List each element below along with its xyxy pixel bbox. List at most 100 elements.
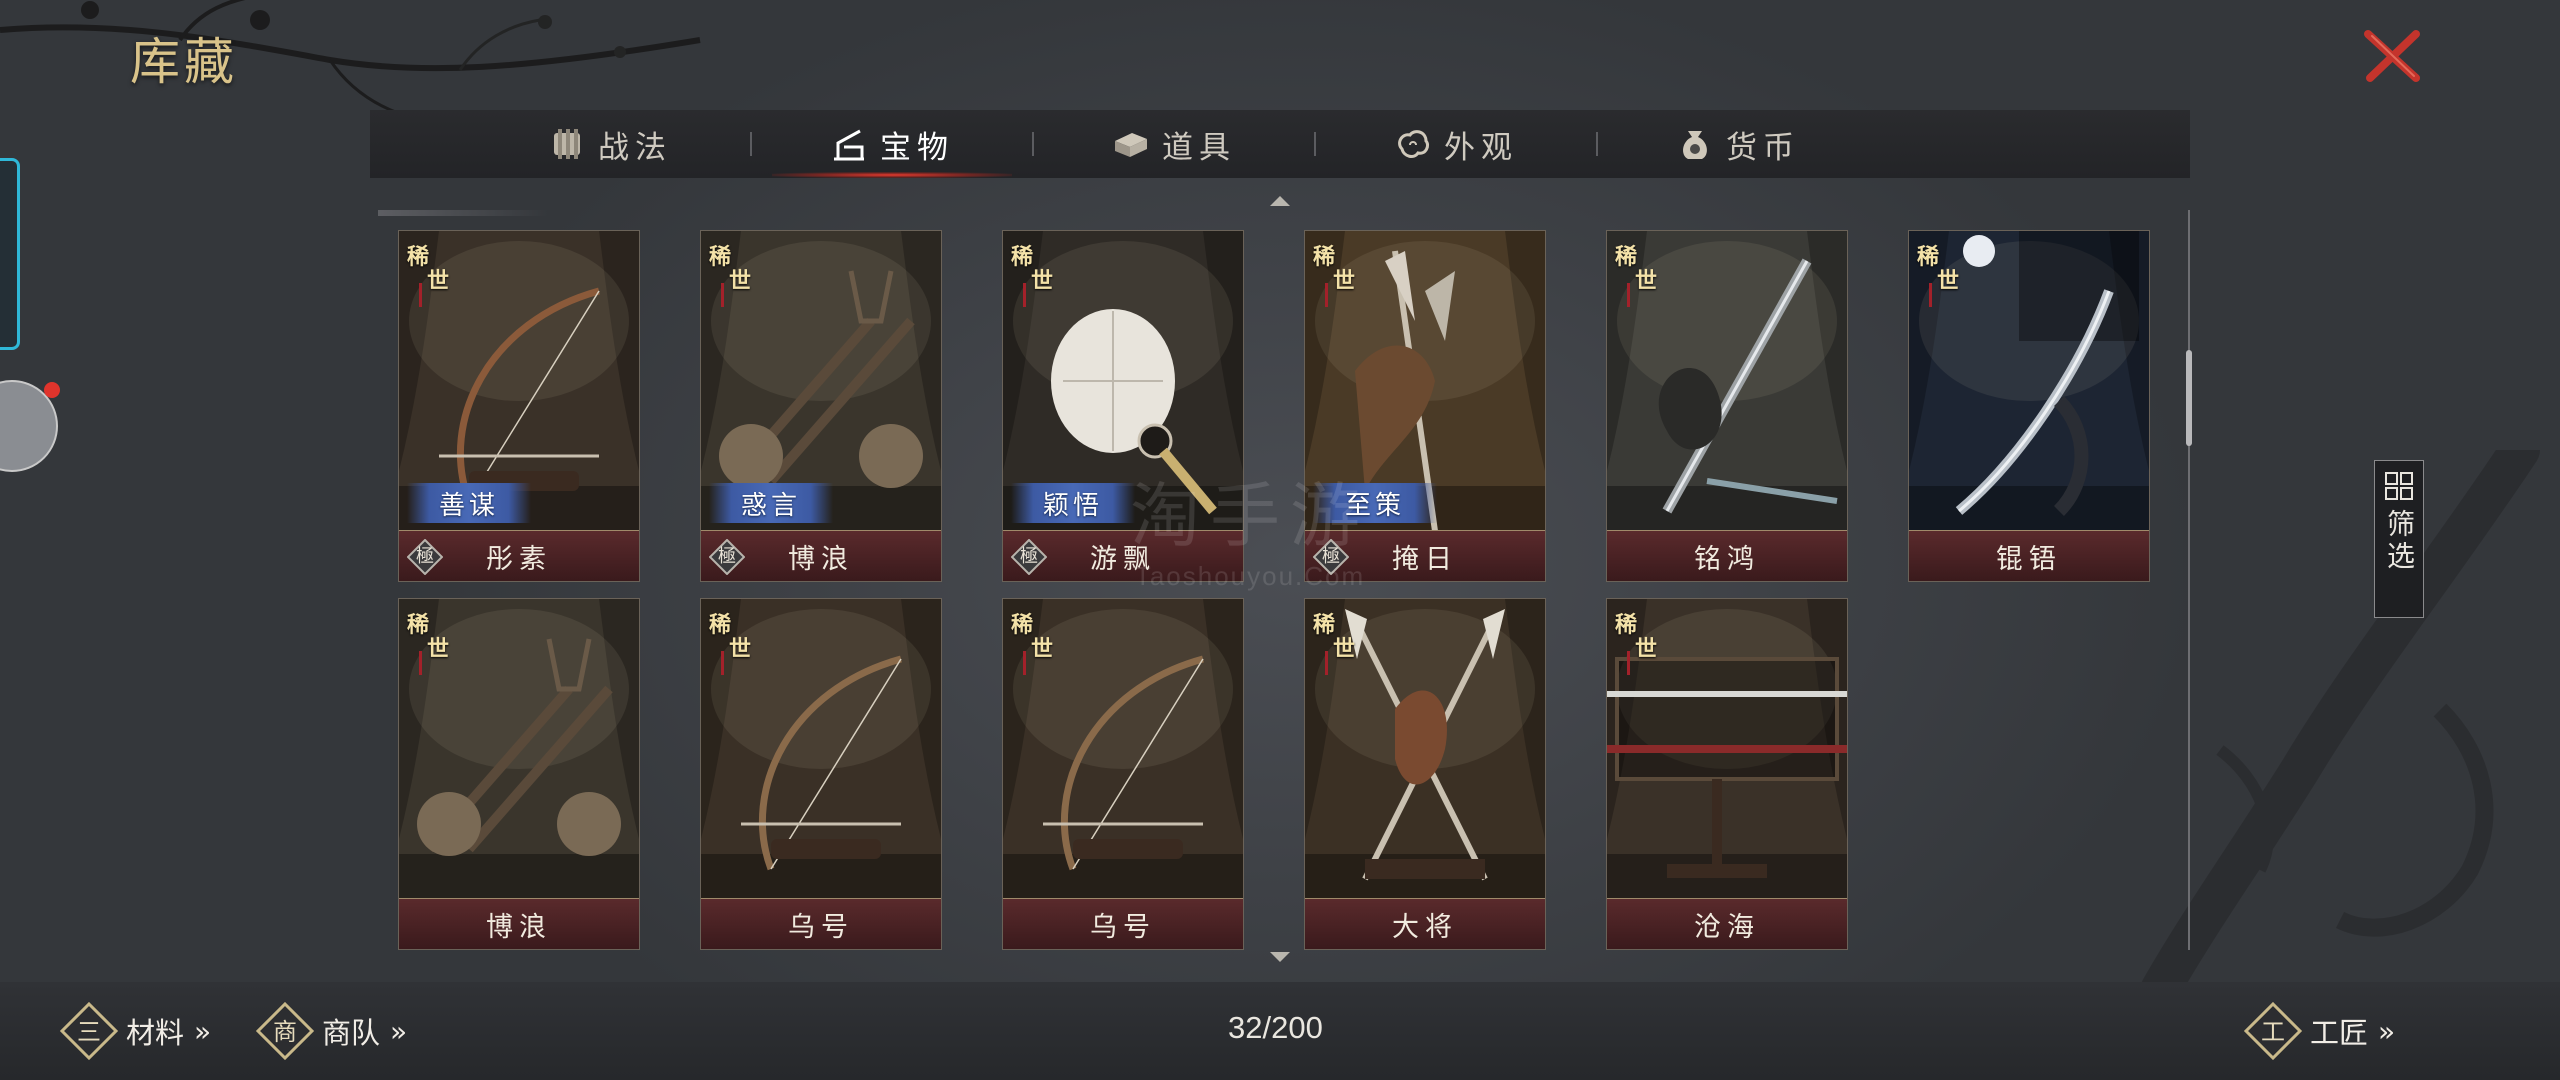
inventory-counter: 32/200 [1228, 1010, 1323, 1045]
materials-label: 材料 [126, 1016, 185, 1050]
craftsman-link[interactable]: 工 工匠 » [2244, 982, 2395, 1080]
tab-tactics[interactable]: 战法 [470, 110, 750, 178]
rarity-char: 稀 [1615, 612, 1638, 638]
rarity-char: 稀 [1313, 244, 1336, 270]
tassel-decoration [1325, 283, 1328, 307]
tab-props[interactable]: 道具 [1034, 110, 1314, 178]
rarity-char: 世 [1031, 268, 1054, 294]
treasure-grid: 稀世善谋 彤素極 稀世惑言 博浪極 稀 世 颖悟 游飘 極 稀 世 至策 掩日 … [398, 230, 2150, 950]
materials-link[interactable]: 三 材料 » [60, 982, 211, 1080]
rarity-char: 世 [1635, 636, 1658, 662]
treasure-card[interactable]: 稀世锟铻 [1908, 230, 2150, 582]
rarity-badge: 稀世 [1311, 239, 1361, 309]
tab-label: 货币 [1726, 129, 1800, 166]
skill-tag: 颖悟 [1011, 483, 1135, 523]
tab-label: 道具 [1162, 129, 1236, 166]
rarity-char: 世 [427, 636, 450, 662]
grade-diamond-icon: 極 [406, 538, 444, 576]
tab-appearance[interactable]: 外观 [1316, 110, 1596, 178]
tab-treasures[interactable]: 宝物 [752, 110, 1032, 178]
page-title: 库藏 [130, 33, 238, 91]
section-marker [378, 210, 548, 216]
rarity-badge: 稀世 [1311, 607, 1361, 677]
caravan-label: 商队 [322, 1016, 381, 1050]
caravan-diamond-icon: 商 [256, 1002, 314, 1060]
cloud-swirl-icon [1398, 130, 1430, 158]
tassel-decoration [1023, 283, 1026, 307]
treasure-name-bar: 博浪 [399, 898, 639, 949]
treasure-name: 掩日 [1392, 543, 1458, 575]
treasure-card[interactable]: 稀世乌号 [700, 598, 942, 950]
side-panel-tab[interactable] [0, 158, 20, 350]
close-button[interactable] [2362, 28, 2424, 84]
treasure-card[interactable]: 稀世至策掩日 極 [1304, 230, 1546, 582]
skill-tag: 至策 [1313, 483, 1437, 523]
rarity-char: 世 [729, 636, 752, 662]
close-icon [2364, 30, 2420, 82]
treasure-card[interactable]: 稀世大将 [1304, 598, 1546, 950]
tassel-decoration [419, 283, 422, 307]
treasure-name: 彤素 [486, 543, 552, 575]
treasure-name-bar: 铭鸿 [1607, 530, 1847, 581]
coin-pouch-icon [1683, 131, 1707, 159]
rarity-char: 稀 [1615, 244, 1638, 270]
chevron-right-icon: » [194, 1014, 212, 1048]
rarity-char: 稀 [407, 244, 430, 270]
filter-button[interactable]: 筛选 [2374, 460, 2424, 618]
inventory-screen: 库藏 战法 宝物 道具 外观 货币 稀 世 善谋 彤素 極 稀 世 惑言 博浪 … [0, 0, 2560, 1080]
treasure-name: 大将 [1392, 911, 1458, 943]
skill-tag: 惑言 [709, 483, 833, 523]
grade-diamond-icon: 極 [1010, 538, 1048, 576]
tassel-decoration [1929, 283, 1932, 307]
treasure-name: 沧海 [1694, 911, 1760, 943]
rarity-char: 世 [1333, 268, 1356, 294]
grade-diamond-icon: 極 [1312, 538, 1350, 576]
rarity-char: 世 [1333, 636, 1356, 662]
treasure-card[interactable]: 稀世博浪 [398, 598, 640, 950]
rarity-badge: 稀世 [1915, 239, 1965, 309]
rarity-badge: 稀世 [1613, 607, 1663, 677]
scroll-bundle-icon [554, 129, 580, 159]
treasure-card[interactable]: 稀世乌号 [1002, 598, 1244, 950]
treasure-name: 乌号 [788, 911, 854, 943]
tassel-decoration [419, 651, 422, 675]
rarity-char: 稀 [709, 244, 732, 270]
rarity-badge: 稀世 [707, 239, 757, 309]
grid-filter-icon [2385, 472, 2413, 500]
chevron-right-icon: » [390, 1014, 408, 1048]
rarity-badge: 稀世 [1009, 607, 1059, 677]
treasure-name-bar: 乌号 [701, 898, 941, 949]
chevron-right-icon: » [2378, 1014, 2396, 1048]
treasure-card[interactable]: 稀世惑言 博浪 極 [700, 230, 942, 582]
avatar[interactable] [0, 380, 60, 472]
tab-currency[interactable]: 货币 [1598, 110, 1878, 178]
grade-diamond-icon: 極 [708, 538, 746, 576]
scroll-down-arrow-icon[interactable] [1268, 950, 1292, 964]
scroll-up-arrow-icon[interactable] [1268, 194, 1292, 208]
treasure-card[interactable]: 稀世沧海 [1606, 598, 1848, 950]
rarity-badge: 稀世 [1613, 239, 1663, 309]
grade-char: 極 [1020, 546, 1038, 567]
craftsman-icon-glyph: 工 [2261, 1018, 2285, 1046]
caravan-link[interactable]: 商 商队 » [256, 982, 407, 1080]
rarity-char: 稀 [1313, 612, 1336, 638]
tab-label: 外观 [1444, 129, 1518, 166]
treasure-name-bar: 大将 [1305, 898, 1545, 949]
ink-dragon-decoration [2140, 450, 2540, 1010]
rarity-char: 世 [729, 268, 752, 294]
rarity-char: 世 [1635, 268, 1658, 294]
rarity-badge: 稀世 [405, 607, 455, 677]
treasure-name-bar: 乌号 [1003, 898, 1243, 949]
grid-scrollbar[interactable] [2186, 350, 2192, 446]
grade-char: 極 [718, 546, 736, 567]
craftsman-label: 工匠 [2310, 1016, 2369, 1050]
tab-label: 战法 [598, 129, 672, 166]
rarity-char: 稀 [1011, 244, 1034, 270]
skill-tag: 善谋 [407, 483, 531, 523]
treasure-card[interactable]: 稀世善谋 彤素 極 [398, 230, 640, 582]
grid-right-divider [2188, 210, 2190, 950]
rarity-char: 稀 [709, 612, 732, 638]
treasure-card[interactable]: 稀世颖悟 游飘 極 [1002, 230, 1244, 582]
notification-dot [44, 382, 60, 398]
treasure-card[interactable]: 稀世铭鸿 [1606, 230, 1848, 582]
